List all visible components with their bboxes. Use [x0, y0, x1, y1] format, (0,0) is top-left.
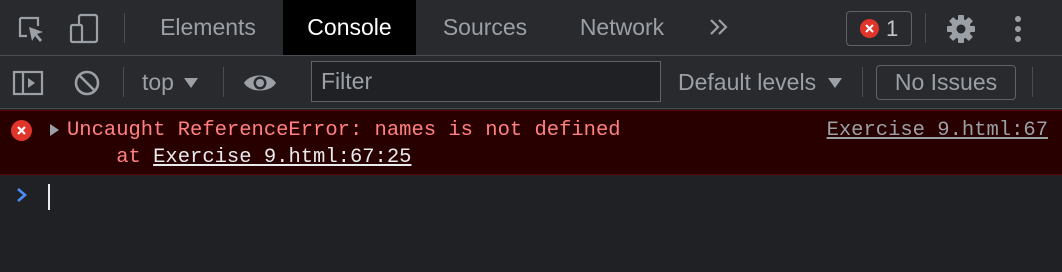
context-selector[interactable]: top	[142, 56, 198, 109]
stack-source-link[interactable]: Exercise 9.html:67:25	[153, 146, 411, 169]
inspect-element-icon[interactable]	[14, 12, 48, 46]
error-count: 1	[886, 15, 899, 41]
message-source-link[interactable]: Exercise 9.html:67	[827, 119, 1048, 142]
dropdown-caret-icon	[828, 77, 843, 88]
error-count-badge[interactable]: 1	[846, 11, 912, 46]
toolbar-divider	[1032, 67, 1033, 97]
clear-console-icon[interactable]	[71, 68, 103, 98]
toolbar-divider	[862, 67, 863, 97]
text-cursor	[48, 184, 50, 210]
log-levels-dropdown[interactable]: Default levels	[678, 56, 843, 109]
console-error-message: Uncaught ReferenceError: names is not de…	[0, 110, 1062, 175]
log-levels-label: Default levels	[678, 69, 817, 95]
error-icon	[11, 120, 32, 141]
context-label: top	[142, 69, 174, 95]
more-tabs-chevron-icon[interactable]	[706, 14, 732, 40]
issues-button[interactable]: No Issues	[876, 65, 1016, 100]
error-message-text: Uncaught ReferenceError: names is not de…	[67, 119, 621, 142]
expand-triangle-icon[interactable]	[50, 124, 59, 136]
console-prompt[interactable]	[0, 176, 1062, 216]
tab-sources[interactable]: Sources	[426, 0, 544, 55]
more-options-kebab-icon[interactable]	[1006, 11, 1030, 47]
tab-network[interactable]: Network	[560, 0, 684, 55]
dropdown-caret-icon	[183, 77, 198, 88]
toolbar-divider	[123, 67, 124, 97]
settings-gear-icon[interactable]	[943, 11, 979, 47]
tab-elements[interactable]: Elements	[142, 0, 274, 55]
prompt-chevron-icon	[14, 186, 30, 209]
show-sidebar-icon[interactable]	[11, 68, 45, 98]
stack-trace-line: at Exercise 9.html:67:25	[67, 146, 411, 169]
device-toolbar-icon[interactable]	[66, 11, 102, 47]
tab-console[interactable]: Console	[283, 0, 416, 55]
console-filter-input[interactable]	[311, 61, 661, 102]
toolbar-divider	[925, 13, 926, 43]
error-icon	[860, 19, 879, 38]
devtools-tab-bar: Elements Console Sources Network 1	[0, 0, 1062, 56]
toolbar-divider	[223, 67, 224, 97]
stack-prefix: at	[67, 146, 154, 169]
toolbar-divider	[124, 13, 125, 43]
console-toolbar: top Default levels No Issues	[0, 56, 1062, 109]
live-expression-eye-icon[interactable]	[241, 68, 279, 98]
